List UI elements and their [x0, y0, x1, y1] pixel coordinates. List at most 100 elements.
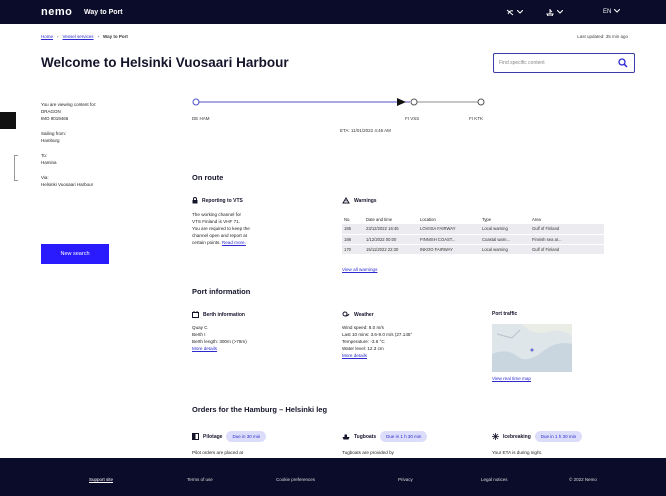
- berth-heading: Berth information: [192, 311, 245, 318]
- weather-icon: [342, 311, 350, 317]
- table-cell: Gulf of Finland: [532, 246, 560, 252]
- table-cell: LOVIISA FAIRWAY: [420, 226, 456, 232]
- weather-line: Water level: 12.3 cm: [342, 346, 384, 351]
- side-tab[interactable]: [0, 112, 16, 129]
- vts-line: channel open and report at: [192, 233, 247, 238]
- order-tugboats: Tugboats Due in 1 h 30 min: [342, 431, 428, 442]
- vessel-imo: IMO 9019466: [41, 116, 69, 121]
- route-eta: ETA: 11/01/2022 4:46 AM: [340, 128, 391, 133]
- vts-line: The working channel for: [192, 212, 242, 217]
- route-point-origin: DE HAM: [192, 116, 210, 121]
- footer-link-cookies[interactable]: Cookie preferences: [276, 477, 315, 482]
- due-badge: Due in 30 min: [226, 431, 267, 442]
- vts-text: The working channel for VTS Finland is V…: [192, 211, 304, 246]
- orders-heading: Orders for the Hamburg – Helsinki leg: [192, 405, 328, 414]
- new-search-button[interactable]: New search: [41, 244, 109, 264]
- weather-line: Wind speed: 8.0 m/s: [342, 325, 384, 330]
- table-cell: 23/12/2022 16:45: [366, 226, 399, 232]
- tugboat-icon: [342, 434, 350, 440]
- language-menu[interactable]: EN: [603, 8, 621, 15]
- weather-heading: Weather: [342, 311, 374, 318]
- table-row[interactable]: 188 1/12/2022 00:00 FINNISH COAST... Coa…: [342, 234, 604, 244]
- footer-link-terms[interactable]: Terms of use: [187, 477, 213, 482]
- route-timeline: DE HAM FI VSS FI KTK ETA: 11/01/2022 4:4…: [192, 96, 492, 146]
- breadcrumb-home[interactable]: Home: [41, 34, 53, 39]
- breadcrumb: Home › Vessel services › Way to Port: [41, 34, 128, 39]
- breadcrumb-vessel-services[interactable]: Vessel services: [63, 34, 94, 39]
- chevron-down-icon: [556, 9, 564, 16]
- notifications-menu[interactable]: [506, 9, 524, 16]
- table-row[interactable]: 185 23/12/2022 16:45 LOVIISA FAIRWAY Loc…: [342, 224, 604, 234]
- table-cell: INKOO FAIRWAY: [420, 246, 453, 252]
- vessel-info: You are viewing content for: DRAGON IMO …: [41, 101, 161, 196]
- footer: Support site Terms of use Cookie prefere…: [0, 458, 666, 496]
- port-traffic-map[interactable]: [492, 324, 572, 372]
- side-handle[interactable]: [14, 155, 18, 181]
- berth-line: Berth I: [192, 332, 206, 337]
- vts-line: VTS Finland is VHF 71.: [192, 219, 240, 224]
- berth-more-details-link[interactable]: More details: [192, 345, 312, 352]
- route-point-via: FI VSS: [405, 116, 420, 121]
- chevron-down-icon: [516, 9, 524, 16]
- footer-link-privacy[interactable]: Privacy: [398, 477, 413, 482]
- weather-more-details-link[interactable]: More details: [342, 352, 482, 359]
- column-header: Date and time: [366, 216, 393, 222]
- on-route-heading: On route: [192, 173, 224, 182]
- table-cell: Gulf of Finland: [532, 226, 560, 232]
- order-icebreaking: Icebreaking Due in 1 h 30 min: [492, 431, 583, 442]
- support-site-link[interactable]: Support site: [89, 477, 113, 482]
- vts-read-more-link[interactable]: Read more.: [222, 240, 246, 245]
- to-label: To:: [41, 153, 48, 158]
- berth-line: Berth length: 300m (>78m): [192, 339, 247, 344]
- table-cell: Local warning: [482, 246, 508, 252]
- weather-title: Weather: [354, 311, 374, 318]
- due-badge: Due in 1 h 30 min: [380, 431, 428, 442]
- table-cell: 15/11/2022 22:30: [366, 246, 399, 252]
- column-header: Location: [420, 216, 436, 222]
- search-input[interactable]: Find specific content: [493, 53, 635, 73]
- weather-line: Last 10 mins: 3.6-9.0 m/s (27.145°: [342, 332, 413, 337]
- via-value: Helsinki Vuosaari Harbour: [41, 182, 94, 187]
- pilotage-icon: [192, 433, 199, 440]
- due-badge: Due in 1 h 30 min: [534, 431, 583, 442]
- order-text: Your ETA is during night.: [492, 450, 543, 455]
- order-title: Pilotage: [203, 433, 223, 440]
- vts-line: certain points.: [192, 240, 221, 245]
- table-cell: FINNISH COAST...: [420, 236, 456, 242]
- viewing-label: You are viewing content for:: [41, 102, 97, 107]
- table-row[interactable]: 170 15/11/2022 22:30 INKOO FAIRWAY Local…: [342, 244, 604, 254]
- ship-icon: [546, 9, 554, 16]
- table-cell: 185: [344, 226, 351, 232]
- column-header: No.: [344, 216, 351, 222]
- language-label: EN: [603, 9, 612, 15]
- chevron-right-icon: ›: [57, 34, 59, 39]
- route-line: [192, 98, 485, 106]
- column-header: Type: [482, 216, 492, 222]
- port-information-heading: Port information: [192, 287, 251, 296]
- berth-line: Quay C: [192, 325, 208, 330]
- route-point-destination: FI KTK: [469, 116, 484, 121]
- order-title: Tugboats: [354, 433, 377, 440]
- brand-logo[interactable]: nemo: [41, 6, 72, 18]
- footer-link-legal[interactable]: Legal notices: [481, 477, 508, 482]
- vts-line: You are required to keep the: [192, 226, 250, 231]
- chevron-right-icon: ›: [97, 34, 100, 39]
- column-header: Area: [532, 216, 541, 222]
- port-traffic-heading: Port traffic: [492, 311, 517, 317]
- berth-details: Quay C Berth I Berth length: 300m (>78m)…: [192, 324, 312, 352]
- search-icon[interactable]: [618, 58, 628, 68]
- view-all-warnings-link[interactable]: View all warnings: [342, 266, 377, 273]
- weather-details: Wind speed: 8.0 m/s Last 10 mins: 3.6-9.…: [342, 324, 482, 359]
- warning-icon: [342, 197, 350, 204]
- product-name: Way to Port: [84, 8, 123, 16]
- sailing-from-label: Sailing from:: [41, 131, 67, 136]
- port-traffic-title: Port traffic: [492, 311, 518, 317]
- notifications-icon: [506, 9, 514, 16]
- ship-menu[interactable]: [546, 9, 564, 16]
- search-placeholder: Find specific content: [499, 60, 545, 66]
- order-text: Pilot orders are placed at: [192, 450, 244, 455]
- last-updated: Last updated: 35 min ago: [577, 34, 628, 39]
- order-text: Tugboats are provided by: [342, 450, 394, 455]
- view-real-time-map-link[interactable]: View real time map: [492, 375, 531, 382]
- table-cell: 1/12/2022 00:00: [366, 236, 397, 242]
